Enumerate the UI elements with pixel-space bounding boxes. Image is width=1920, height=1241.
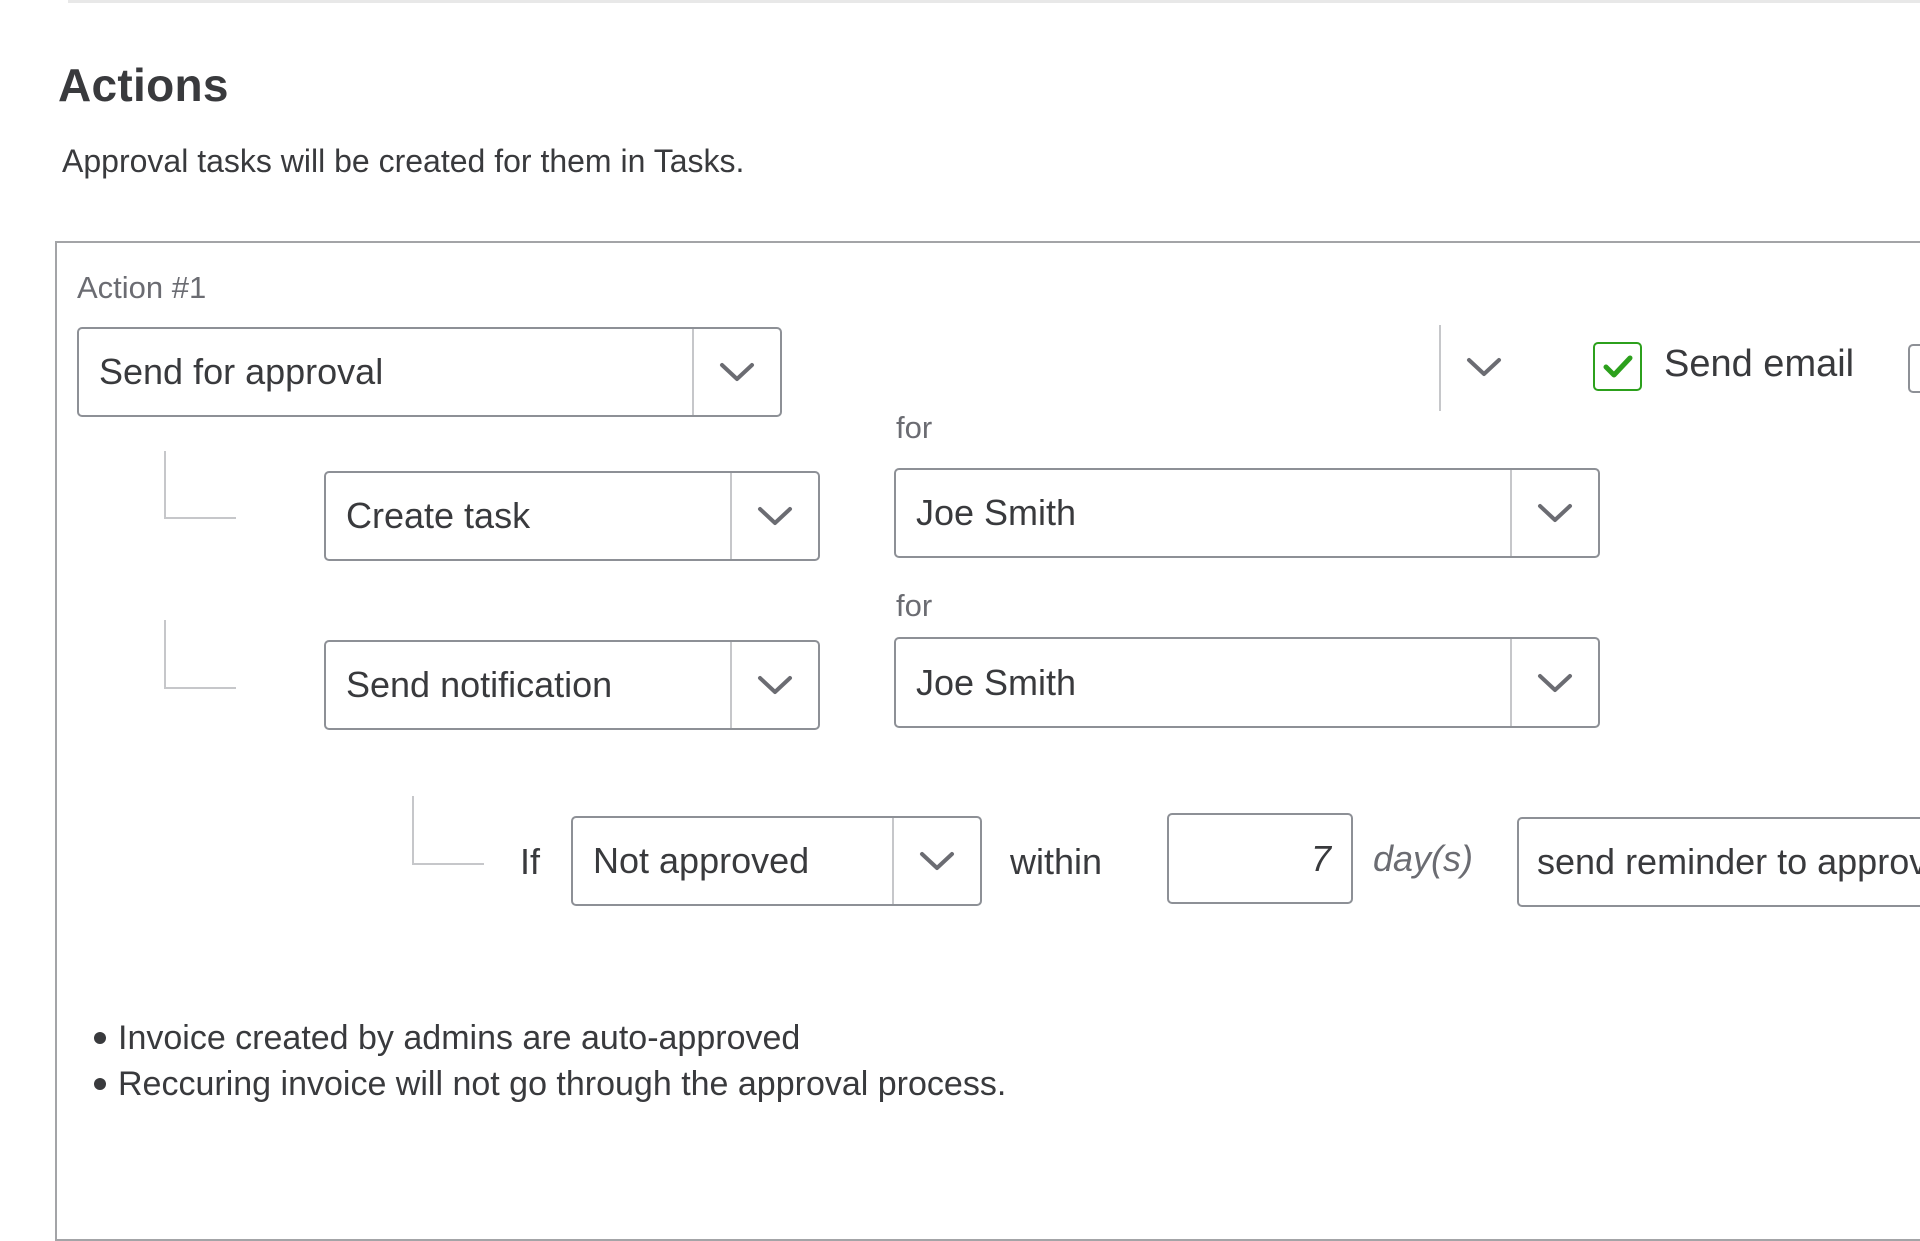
checkmark-icon — [1603, 355, 1632, 377]
if-label: If — [520, 841, 541, 882]
send-email-checkbox[interactable] — [1593, 342, 1642, 391]
top-divider — [68, 0, 1920, 3]
note-text: Invoice created by admins are auto-appro… — [118, 1019, 801, 1057]
section-title: Actions — [58, 59, 229, 111]
action-number-label: Action #1 — [77, 270, 207, 305]
chevron-down-icon — [720, 363, 754, 381]
assignee-value: Joe Smith — [916, 661, 1077, 703]
condition-status-value: Not approved — [593, 840, 810, 881]
assignee-dropdown-button[interactable] — [1510, 639, 1598, 726]
assignee-dropdown-button[interactable] — [1510, 470, 1598, 556]
assignee-select[interactable]: Joe Smith — [894, 637, 1600, 728]
assignee-value: Joe Smith — [916, 492, 1077, 533]
bullet-icon — [94, 1078, 106, 1090]
days-input[interactable]: 7 — [1167, 813, 1353, 904]
action-type-select[interactable]: Send for approval — [77, 327, 782, 417]
step-action-value: Create task — [346, 495, 531, 536]
step-action-dropdown-button[interactable] — [730, 473, 818, 559]
note-item: Invoice created by admins are auto-appro… — [94, 1015, 1006, 1061]
chevron-down-icon — [758, 507, 792, 525]
secondary-checkbox[interactable] — [1908, 344, 1920, 393]
hidden-select-dropdown-button[interactable] — [1466, 357, 1502, 377]
condition-status-dropdown-button[interactable] — [892, 818, 980, 904]
tree-connector — [164, 451, 236, 519]
bullet-icon — [94, 1032, 106, 1044]
note-text: Reccuring invoice will not go through th… — [118, 1065, 1007, 1103]
select-separator — [1439, 325, 1441, 411]
chevron-down-icon — [1538, 673, 1572, 692]
step-action-select[interactable]: Send notification — [324, 640, 820, 730]
action-type-value: Send for approval — [99, 351, 384, 392]
tree-connector — [412, 796, 484, 865]
condition-status-select[interactable]: Not approved — [571, 816, 982, 906]
chevron-down-icon — [758, 676, 792, 694]
section-subtitle: Approval tasks will be created for them … — [62, 143, 745, 179]
step-action-dropdown-button[interactable] — [730, 642, 818, 728]
chevron-down-icon — [1467, 358, 1501, 376]
chevron-down-icon — [1538, 504, 1572, 522]
followup-action-input[interactable]: send reminder to approver — [1517, 817, 1920, 907]
note-item: Reccuring invoice will not go through th… — [94, 1061, 1006, 1107]
tree-connector — [164, 620, 236, 689]
days-unit-label: day(s) — [1373, 838, 1474, 879]
within-label: within — [1010, 841, 1103, 882]
step-action-select[interactable]: Create task — [324, 471, 820, 561]
action-type-dropdown-button[interactable] — [692, 329, 780, 415]
notes-list: Invoice created by admins are auto-appro… — [94, 1015, 1006, 1107]
step-action-value: Send notification — [346, 664, 613, 705]
chevron-down-icon — [920, 852, 954, 870]
for-label: for — [896, 588, 933, 623]
for-label: for — [896, 410, 933, 445]
send-email-label: Send email — [1664, 343, 1855, 385]
assignee-select[interactable]: Joe Smith — [894, 468, 1600, 558]
